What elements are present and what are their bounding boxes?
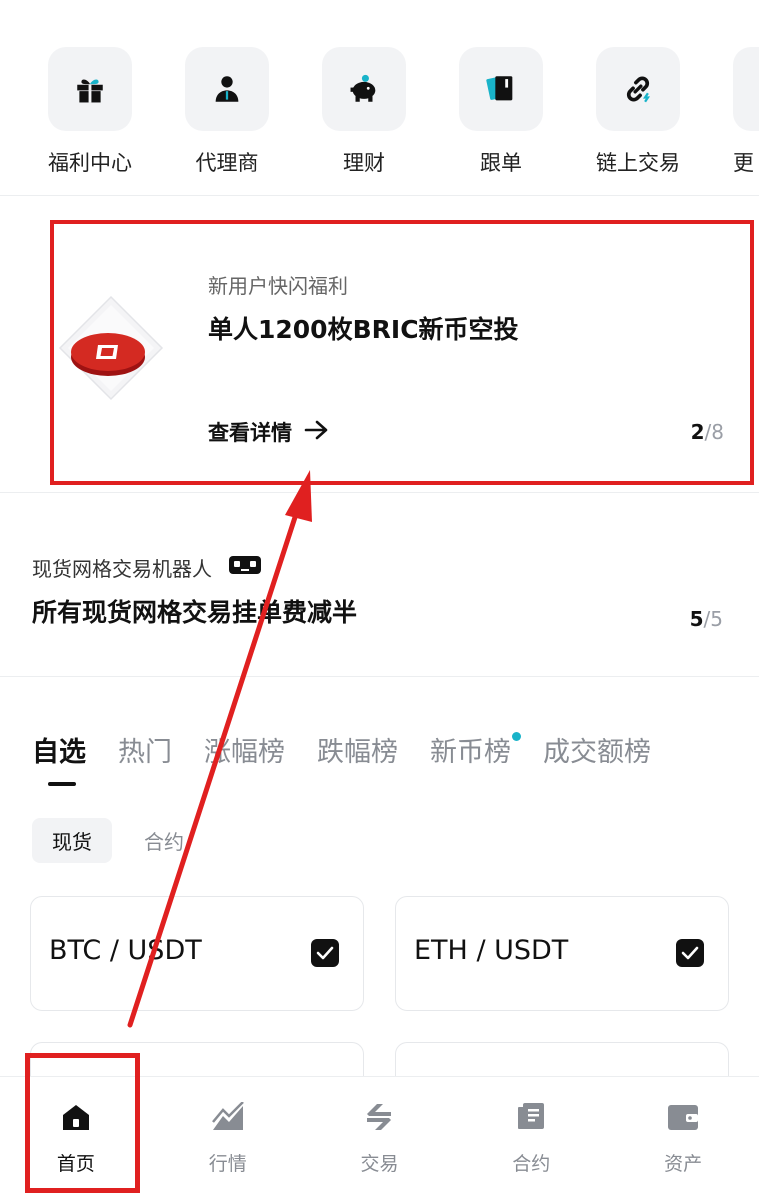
shortcut-label: 理财 — [343, 151, 385, 175]
nav-label: 交易 — [360, 1153, 399, 1175]
pager-total: /8 — [704, 420, 724, 444]
shortcut-label: 链上交易 — [596, 151, 680, 175]
exchange-icon — [361, 1099, 397, 1135]
grid-bot-announcement[interactable]: 现货网格交易机器人 所有现货网格交易挂单费减半 5/5 — [0, 495, 759, 675]
bottom-nav: 首页 行情 交易 合约 资产 — [0, 1076, 759, 1200]
tab-losers[interactable]: 跌幅榜 — [317, 730, 398, 790]
shortcut-wealth[interactable]: 理财 — [304, 47, 424, 177]
shortcut-row: 福利中心 代理商 理财 跟单 链上交易 更 — [0, 0, 759, 195]
nav-trade[interactable]: 交易 — [304, 1077, 456, 1200]
divider — [0, 676, 759, 677]
shortcut-agent[interactable]: 代理商 — [167, 47, 287, 177]
nav-label: 合约 — [512, 1153, 551, 1175]
shortcut-more[interactable]: 更 — [733, 47, 759, 177]
shortcut-label: 更 — [733, 151, 753, 175]
pager-total: /5 — [703, 607, 723, 631]
nav-markets[interactable]: 行情 — [152, 1077, 304, 1200]
grid-note-pager: 5/5 — [690, 607, 723, 631]
tab-new-coins[interactable]: 新币榜 — [430, 730, 521, 790]
pair-name: ETH / USDT — [414, 935, 569, 966]
robot-icon — [228, 553, 262, 582]
tab-gainers[interactable]: 涨幅榜 — [204, 730, 285, 790]
divider — [0, 195, 759, 196]
nav-label: 首页 — [56, 1153, 95, 1175]
promo-banner[interactable]: 新用户快闪福利 单人1200枚BRIC新币空投 查看详情 2/8 — [50, 220, 754, 485]
grid-note-subtitle: 现货网格交易机器人 — [32, 557, 212, 581]
shortcut-label: 跟单 — [480, 151, 522, 175]
more-icon — [733, 47, 759, 131]
promo-pager: 2/8 — [691, 420, 724, 444]
nav-home[interactable]: 首页 — [0, 1077, 152, 1200]
grid-note-title: 所有现货网格交易挂单费减半 — [32, 598, 358, 627]
shortcut-onchain-trade[interactable]: 链上交易 — [578, 47, 698, 177]
piggy-bank-icon — [322, 47, 406, 131]
bric-coin-image — [58, 295, 164, 401]
agent-icon — [185, 47, 269, 131]
nav-label: 行情 — [208, 1153, 247, 1175]
arrow-right-icon — [304, 419, 330, 446]
wallet-icon — [665, 1099, 701, 1135]
shortcut-welfare-center[interactable]: 福利中心 — [30, 47, 150, 177]
nav-assets[interactable]: 资产 — [607, 1077, 759, 1200]
nav-label: 资产 — [664, 1153, 703, 1175]
copy-trade-icon — [459, 47, 543, 131]
chain-link-icon — [596, 47, 680, 131]
promo-subtitle: 新用户快闪福利 — [208, 274, 348, 298]
checkbox-checked-icon[interactable] — [676, 939, 704, 967]
new-dot-badge — [512, 732, 521, 741]
pair-card-btc-usdt[interactable]: BTC / USDT — [30, 896, 364, 1011]
nav-futures[interactable]: 合约 — [455, 1077, 607, 1200]
tab-hot[interactable]: 热门 — [118, 730, 172, 790]
pager-current: 2 — [690, 420, 705, 444]
tab-favorites[interactable]: 自选 — [32, 730, 86, 790]
home-icon — [58, 1099, 94, 1135]
pager-current: 5 — [689, 607, 704, 631]
shortcut-label: 福利中心 — [48, 151, 132, 175]
contract-icon — [513, 1099, 549, 1135]
view-details-link[interactable]: 查看详情 — [208, 417, 330, 447]
view-details-label: 查看详情 — [208, 421, 292, 445]
pair-name: BTC / USDT — [49, 935, 202, 966]
market-tabs: 自选 热门 涨幅榜 跌幅榜 新币榜 成交额榜 — [32, 730, 651, 790]
segment-futures[interactable]: 合约 — [124, 818, 204, 863]
market-type-toggle: 现货 合约 — [32, 818, 204, 863]
pair-card-eth-usdt[interactable]: ETH / USDT — [395, 896, 729, 1011]
checkbox-checked-icon[interactable] — [311, 939, 339, 967]
shortcut-label: 代理商 — [195, 151, 259, 175]
divider — [0, 492, 759, 493]
grid-note-subtitle-row: 现货网格交易机器人 — [32, 553, 262, 582]
shortcut-copy-trade[interactable]: 跟单 — [441, 47, 561, 177]
tab-new-coins-label: 新币榜 — [430, 737, 511, 768]
gift-icon — [48, 47, 132, 131]
segment-spot[interactable]: 现货 — [32, 818, 112, 863]
chart-icon — [210, 1099, 246, 1135]
tab-volume[interactable]: 成交额榜 — [543, 730, 651, 790]
promo-title: 单人1200枚BRIC新币空投 — [208, 315, 519, 344]
